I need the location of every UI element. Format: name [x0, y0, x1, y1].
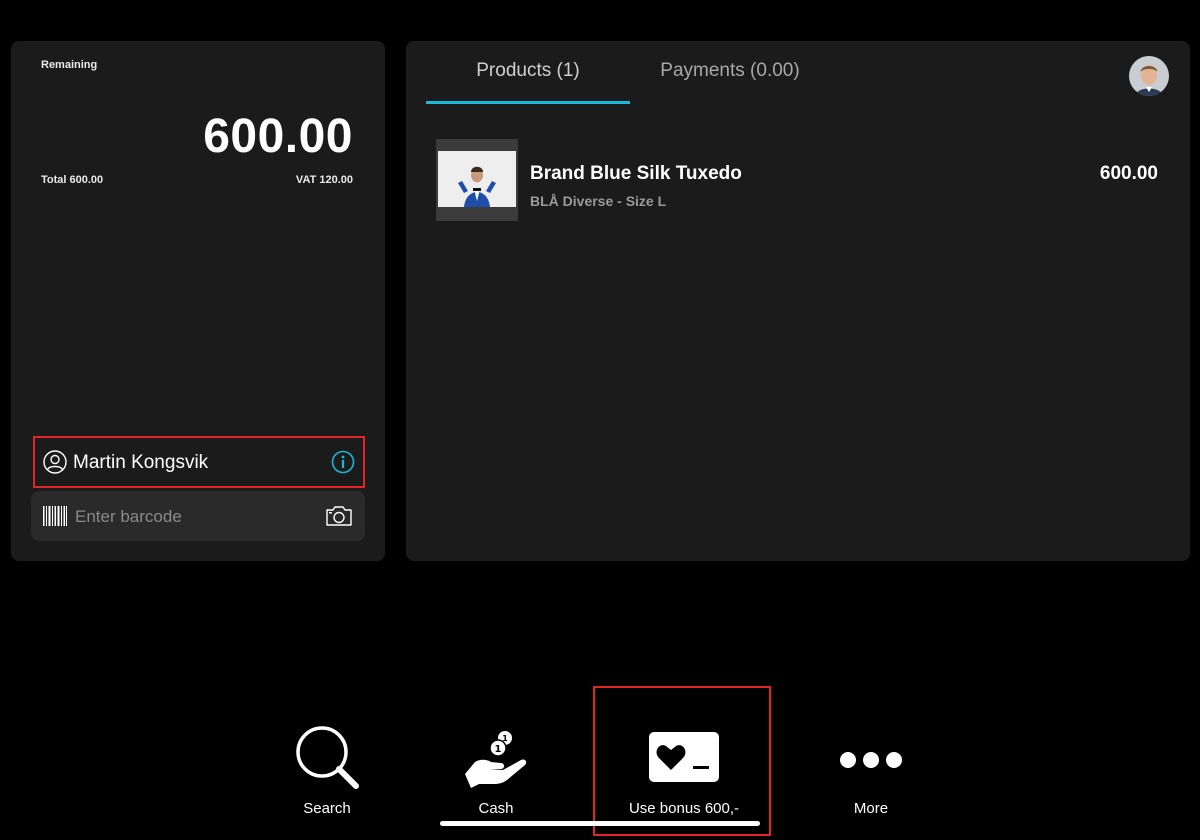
barcode-field[interactable] [31, 491, 365, 541]
use-bonus-button-label: Use bonus 600,- [628, 800, 740, 817]
search-icon [296, 726, 359, 789]
tab-payments[interactable]: Payments (0.00) [630, 60, 830, 82]
avatar[interactable] [1129, 56, 1169, 96]
order-summary-panel: Remaining 600.00 Total 600.00 VAT 120.00… [11, 41, 385, 561]
cash-button-label: Cash [478, 800, 514, 817]
vat-amount: VAT 120.00 [295, 174, 353, 186]
barcode-icon [43, 506, 67, 526]
user-icon [43, 450, 67, 474]
use-bonus-button[interactable]: Use bonus 600,- [614, 718, 754, 828]
cart-panel: Products (1) Payments (0.00) Brand Blue … [406, 41, 1190, 561]
product-price: 600.00 [1099, 163, 1158, 184]
info-icon[interactable] [331, 450, 355, 474]
camera-icon[interactable] [325, 504, 353, 528]
product-name: Brand Blue Silk Tuxedo [530, 163, 742, 184]
search-button-label: Search [303, 800, 351, 817]
tab-products[interactable]: Products (1) [426, 60, 630, 82]
cash-hand-icon: 1 1 [465, 731, 527, 788]
product-row[interactable]: Brand Blue Silk Tuxedo BLÅ Diverse - Siz… [436, 139, 1166, 221]
more-button[interactable]: More [801, 718, 941, 828]
remaining-amount: 600.00 [203, 110, 353, 163]
avatar-image [1129, 56, 1169, 96]
search-button[interactable]: Search [257, 718, 397, 828]
product-thumbnail [436, 139, 518, 221]
barcode-input[interactable] [73, 503, 317, 531]
cash-button[interactable]: 1 1 Cash [426, 718, 566, 828]
total-amount: Total 600.00 [41, 174, 104, 186]
svg-text:1: 1 [502, 734, 508, 743]
svg-text:1: 1 [495, 744, 502, 755]
active-tab-indicator [426, 101, 630, 104]
loyalty-card-icon [649, 732, 719, 782]
more-button-label: More [853, 800, 889, 817]
product-variant: BLÅ Diverse - Size L [530, 193, 667, 209]
more-dots-icon [840, 752, 902, 768]
customer-row[interactable]: Martin Kongsvik [33, 436, 365, 488]
customer-name: Martin Kongsvik [73, 452, 209, 473]
remaining-label: Remaining [41, 59, 98, 71]
home-indicator[interactable] [440, 821, 760, 826]
